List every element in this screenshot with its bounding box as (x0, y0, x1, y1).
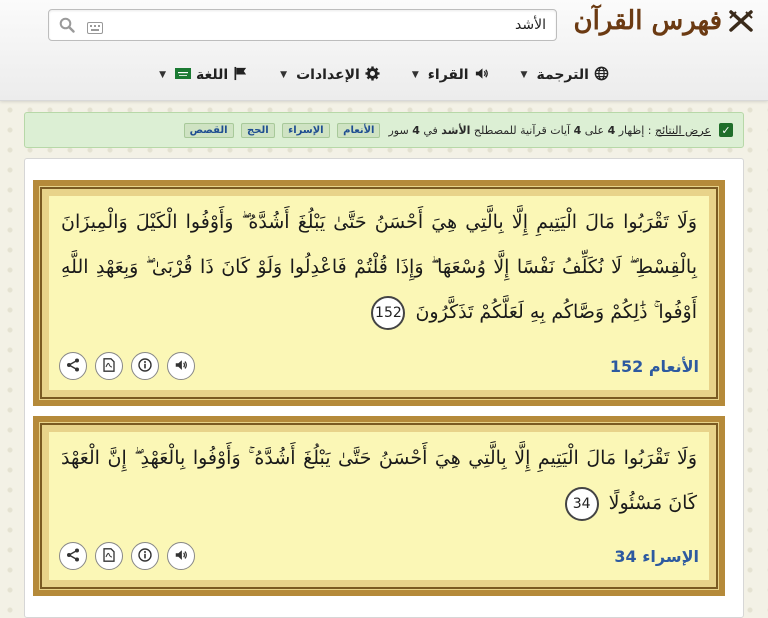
share-button[interactable] (59, 542, 87, 570)
share-icon (66, 547, 80, 566)
notice-text: عرض النتائج : إظهار 4 على 4 آيات قرآنية … (388, 124, 711, 137)
share-button[interactable] (59, 352, 87, 380)
menu-language[interactable]: اللغة ▼ (159, 66, 248, 85)
ayah-text: وَلَا تَقْرَبُوا مَالَ الْيَتِيمِ إِلَّا… (53, 436, 705, 526)
info-button[interactable] (131, 542, 159, 570)
ayah-text-content: وَلَا تَقْرَبُوا مَالَ الْيَتِيمِ إِلَّا… (61, 447, 697, 514)
surah-tag[interactable]: الأنعام (337, 122, 381, 138)
ayah-reference[interactable]: الأنعام 152 (610, 357, 699, 376)
pdf-button[interactable] (95, 352, 123, 380)
share-icon (66, 357, 80, 376)
notice-term: الأشد (441, 123, 471, 137)
info-icon (138, 547, 152, 566)
search-icon[interactable] (59, 17, 75, 37)
chevron-down-icon: ▼ (520, 70, 528, 80)
logo-title: فهرس القرآن (573, 6, 722, 36)
checkmark-icon: ✓ (719, 123, 733, 137)
menu-settings[interactable]: الإعدادات ▼ (280, 65, 380, 85)
main-menu: الترجمة ▼ القراء ▼ الإعدادات ▼ اللغة ▼ (0, 58, 768, 92)
ayah-card: وَلَا تَقْرَبُوا مَالَ الْيَتِيمِ إِلَّا… (33, 180, 725, 406)
keyboard-icon[interactable] (87, 19, 103, 38)
pdf-button[interactable] (95, 542, 123, 570)
notice-text-2: على (584, 123, 605, 137)
search-input[interactable]: الأشد (515, 10, 546, 40)
ayah-reference[interactable]: الإسراء 34 (614, 547, 699, 566)
ayah-number: 152 (371, 296, 406, 330)
ayah-number: 34 (564, 487, 599, 521)
menu-language-label: اللغة (196, 67, 229, 83)
ayah-card: وَلَا تَقْرَبُوا مَالَ الْيَتِيمِ إِلَّا… (33, 416, 725, 596)
menu-translation[interactable]: الترجمة ▼ (521, 66, 609, 85)
menu-reciters[interactable]: القراء ▼ (412, 66, 489, 85)
notice-text-5: سور (388, 123, 409, 137)
chevron-down-icon: ▼ (411, 70, 419, 80)
menu-translation-label: الترجمة (536, 67, 589, 83)
surah-tag[interactable]: الإسراء (282, 122, 330, 138)
notice-text-3: آيات قرآنية للمصطلح (473, 123, 571, 137)
chevron-down-icon: ▼ (280, 70, 288, 80)
notice-text-1: : إظهار (618, 123, 652, 137)
site-logo[interactable]: فهرس القرآن (573, 6, 754, 36)
menu-settings-label: الإعدادات (296, 67, 360, 83)
search-box[interactable]: الأشد (48, 9, 557, 41)
globe-icon (594, 66, 609, 85)
pdf-file-icon (103, 547, 115, 566)
notice-prefix[interactable]: عرض النتائج (655, 124, 711, 137)
pdf-file-icon (103, 357, 115, 376)
ayah-actions (59, 352, 195, 380)
flag-icon (233, 66, 248, 85)
speaker-icon (174, 357, 188, 376)
top-bar: فهرس القرآن الأشد الترجمة ▼ القراء ▼ الإ… (0, 0, 768, 101)
play-audio-button[interactable] (167, 352, 195, 380)
menu-reciters-label: القراء (427, 67, 469, 83)
notice-text-4: في (423, 123, 438, 137)
info-icon (138, 357, 152, 376)
surah-tags: الأنعام الإسراء الحج القصص (180, 122, 381, 138)
gear-icon (365, 65, 380, 85)
saudi-flag-icon (175, 67, 191, 83)
results-notice: ✓ عرض النتائج : إظهار 4 على 4 آيات قرآني… (24, 112, 744, 148)
play-audio-button[interactable] (167, 542, 195, 570)
chevron-down-icon: ▼ (159, 70, 166, 80)
crossed-swords-logo-icon (728, 10, 754, 32)
speaker-icon (174, 547, 188, 566)
info-button[interactable] (131, 352, 159, 380)
surah-tag[interactable]: الحج (241, 122, 275, 138)
speaker-icon (474, 66, 489, 85)
notice-surah-count: 4 (412, 123, 420, 137)
notice-count-2: 4 (573, 123, 582, 137)
notice-count: 4 (607, 123, 616, 137)
ayah-text: وَلَا تَقْرَبُوا مَالَ الْيَتِيمِ إِلَّا… (53, 200, 705, 335)
surah-tag[interactable]: القصص (183, 122, 234, 138)
ayah-actions (59, 542, 195, 570)
